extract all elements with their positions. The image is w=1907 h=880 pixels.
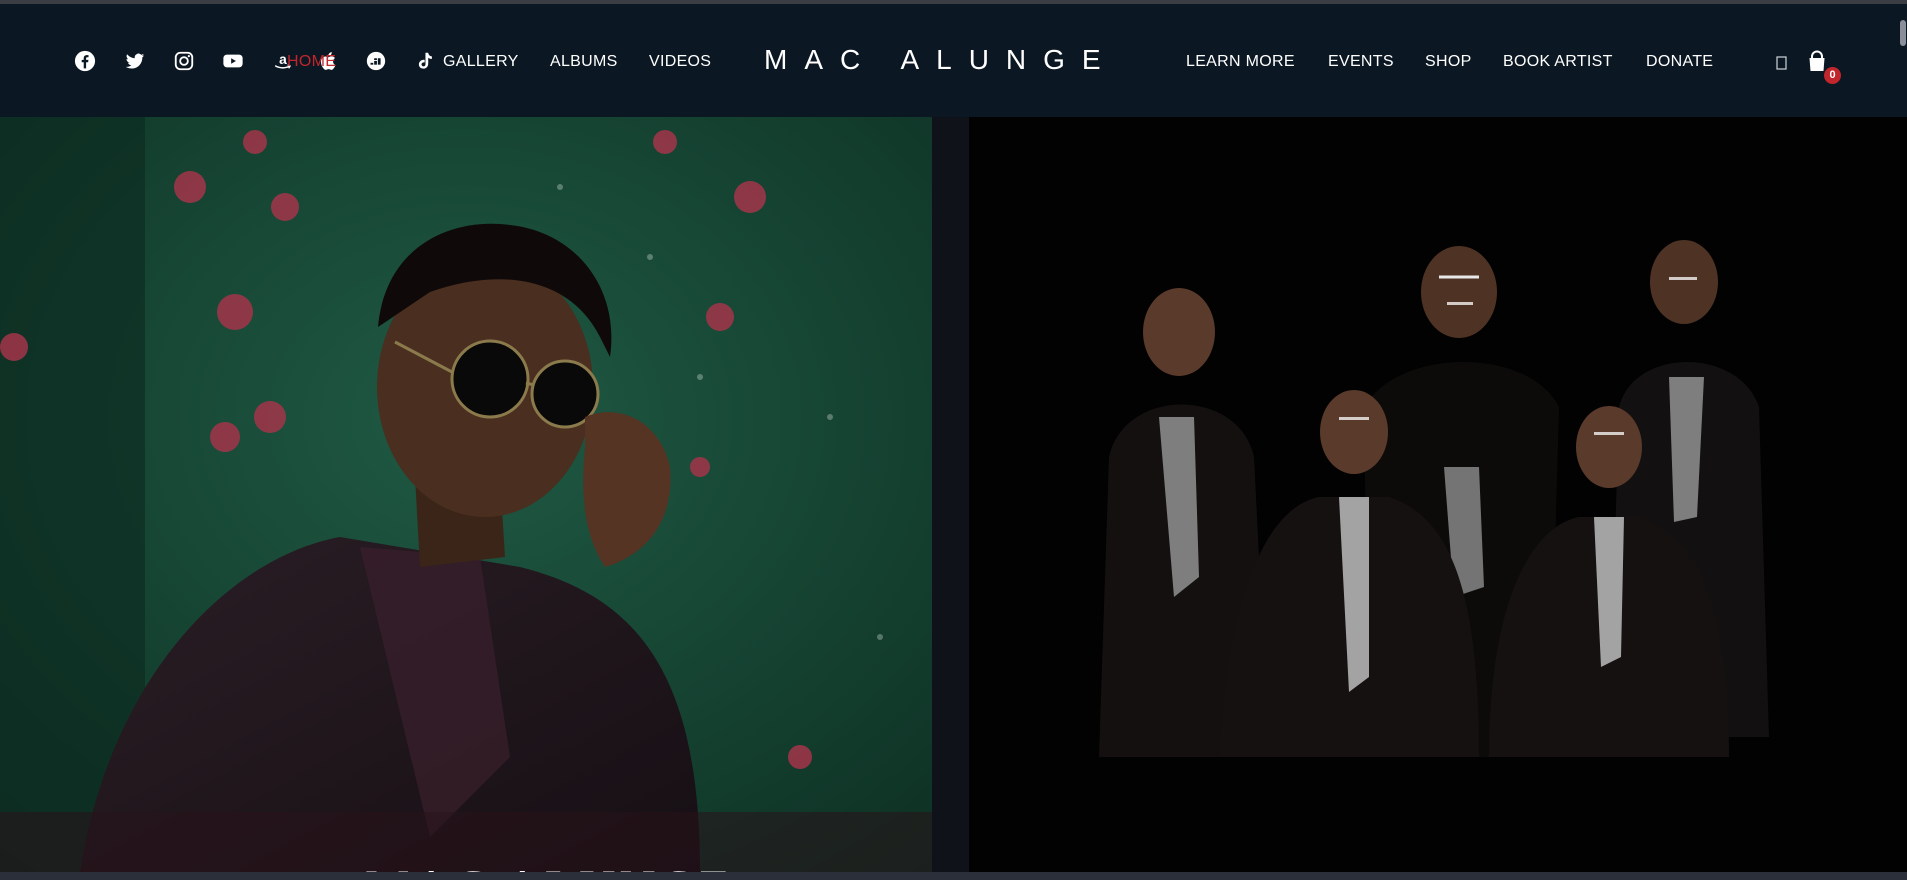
svg-text:a: a (279, 52, 287, 67)
youtube-icon[interactable] (221, 49, 245, 73)
facebook-icon[interactable] (73, 49, 97, 73)
page-scrollbar[interactable] (1900, 20, 1906, 46)
nav-book-artist[interactable]: BOOK ARTIST (1503, 53, 1613, 71)
hero-image-group (969, 117, 1907, 872)
nav-gallery[interactable]: GALLERY (443, 53, 519, 71)
site-brand-logo[interactable]: MAC ALUNGE (764, 44, 1118, 76)
nav-events[interactable]: EVENTS (1328, 53, 1394, 71)
window-bottom-border (0, 872, 1907, 880)
site-header: a HOME BLOG GALLERY ALBUMS VIDEOS MAC AL… (0, 4, 1907, 117)
twitter-icon[interactable] (123, 49, 147, 73)
hero-image-portrait (0, 117, 932, 872)
cart-button[interactable]: 0 (1805, 50, 1845, 86)
nav-home[interactable]: HOME (287, 53, 336, 71)
deezer-icon[interactable] (364, 49, 388, 73)
nav-donate[interactable]: DONATE (1646, 53, 1713, 71)
nav-learn-more[interactable]: LEARN MORE (1186, 53, 1295, 71)
tiktok-icon[interactable] (412, 49, 436, 73)
nav-videos[interactable]: VIDEOS (649, 53, 711, 71)
group-photo (969, 117, 1907, 872)
cart-count-badge: 0 (1824, 67, 1841, 84)
instagram-icon[interactable] (172, 49, 196, 73)
nav-shop[interactable]: SHOP (1425, 53, 1472, 71)
portrait-photo (0, 117, 932, 872)
nav-albums[interactable]: ALBUMS (550, 53, 618, 71)
search-icon[interactable] (1775, 54, 1789, 72)
